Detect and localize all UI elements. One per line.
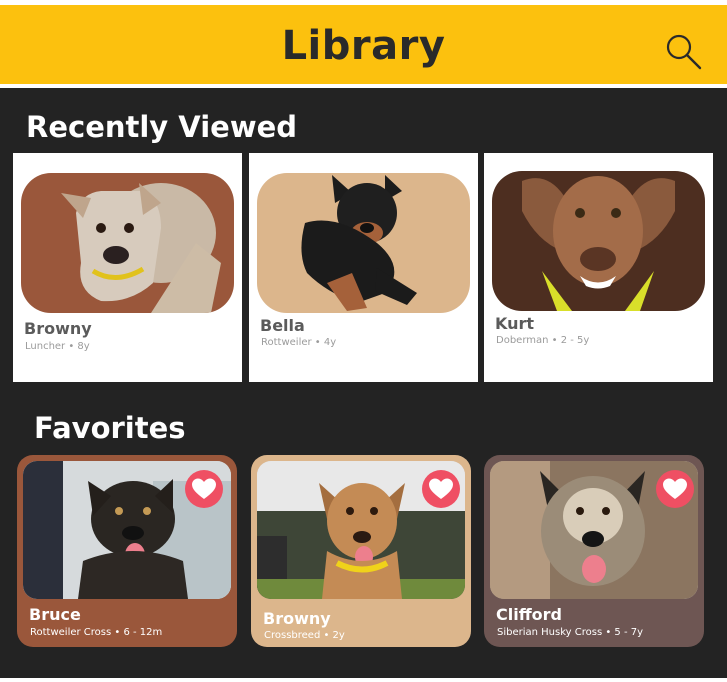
dog-details: Rottweiler Cross • 6 - 12m (30, 627, 163, 638)
search-icon[interactable] (664, 32, 704, 72)
favorite-heart-icon[interactable] (422, 470, 460, 508)
dog-name: Browny (24, 319, 92, 338)
dog-name: Bella (260, 316, 305, 335)
favorite-card-bruce[interactable]: Bruce Rottweiler Cross • 6 - 12m (17, 455, 237, 647)
library-content: Recently Viewed Browny Luncher • 8y Bell… (0, 88, 727, 678)
favorite-heart-icon[interactable] (185, 470, 223, 508)
dog-name: Bruce (29, 605, 81, 624)
favorite-card-clifford[interactable]: Clifford Siberian Husky Cross • 5 - 7y (484, 455, 704, 647)
dog-photo (21, 173, 234, 313)
recently-viewed-heading: Recently Viewed (26, 110, 298, 144)
dog-details: Siberian Husky Cross • 5 - 7y (497, 627, 644, 638)
recent-card-bella[interactable]: Bella Rottweiler • 4y (249, 153, 478, 382)
dog-details: Crossbreed • 2y (264, 630, 345, 641)
dog-details: Rottweiler • 4y (261, 337, 337, 348)
dog-name: Clifford (496, 605, 563, 624)
dog-photo (492, 171, 705, 311)
dog-details: Doberman • 2 - 5y (496, 335, 590, 346)
dog-name: Kurt (495, 314, 535, 333)
page-title: Library (281, 23, 446, 69)
favorite-heart-icon[interactable] (656, 470, 694, 508)
app-header: Library (0, 5, 727, 84)
recent-card-browny[interactable]: Browny Luncher • 8y (13, 153, 242, 382)
dog-details: Luncher • 8y (25, 341, 90, 352)
favorite-card-browny[interactable]: Browny Crossbreed • 2y (251, 455, 471, 647)
recent-card-kurt[interactable]: Kurt Doberman • 2 - 5y (484, 153, 713, 382)
dog-photo (257, 173, 470, 313)
dog-name: Browny (263, 609, 331, 628)
favorites-heading: Favorites (34, 411, 186, 445)
